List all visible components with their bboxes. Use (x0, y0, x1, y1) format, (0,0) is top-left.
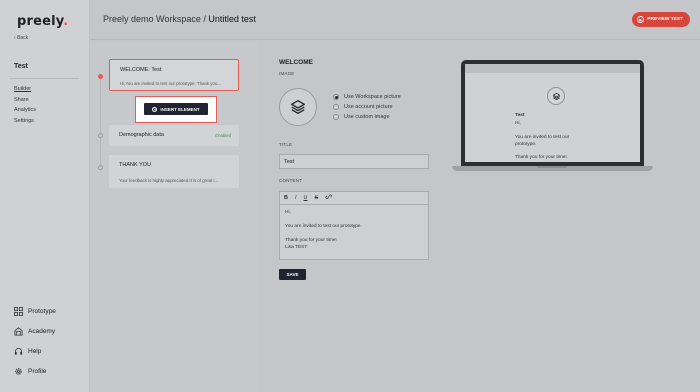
nav-builder[interactable]: Builder (14, 84, 36, 95)
radio-account-picture[interactable]: Use account picture (333, 104, 393, 110)
laptop-preview: Test Hi, You are invited to test our pro… (461, 60, 644, 166)
enabled-badge: Enabled (215, 133, 231, 138)
logo[interactable]: preely. (17, 14, 68, 29)
content-editor[interactable]: B I U S Hi, You are invited to test our … (279, 191, 429, 260)
test-title[interactable]: Untitled test (208, 14, 256, 24)
demographic-card[interactable]: Demographic data Enabled (109, 125, 239, 146)
grid-icon (14, 306, 23, 316)
content-body[interactable]: Hi, You are invited to test our prototyp… (280, 205, 428, 255)
project-nav: Builder Share Analytics Settings (14, 84, 36, 126)
editor-heading: WELCOME (279, 59, 313, 66)
workspace-name[interactable]: Preely demo Workspace / (103, 14, 206, 24)
top-header: Preely demo Workspace / Untitled test ▶ … (90, 0, 700, 40)
strikethrough-button[interactable]: S (315, 195, 319, 201)
preview-screen: Test Hi, You are invited to test our pro… (465, 64, 640, 162)
play-icon: ▶ (637, 16, 645, 23)
radio-checked-icon (333, 94, 339, 100)
image-label: IMAGE (279, 71, 295, 76)
italic-button[interactable]: I (295, 195, 297, 201)
insert-element-highlight: + INSERT ELEMENT (135, 96, 217, 123)
academy-icon (14, 326, 23, 336)
bottom-nav: Prototype Academy Help Profile (14, 301, 56, 381)
radio-icon (333, 114, 339, 120)
preview-line: Hi, (515, 121, 521, 126)
headset-icon (14, 347, 23, 355)
rte-toolbar: B I U S (280, 192, 428, 205)
gear-icon (15, 367, 22, 375)
title-input[interactable]: Test (279, 154, 429, 169)
link-icon[interactable] (325, 194, 332, 202)
preview-line: Thank you for your time! (515, 155, 567, 160)
chevron-left-icon: ‹ (14, 35, 16, 41)
thank-you-card[interactable]: THANK YOU Your feedback is highly apprec… (109, 155, 239, 188)
laptop-notch (537, 166, 567, 168)
nav-analytics[interactable]: Analytics (14, 105, 36, 116)
nav-prototype[interactable]: Prototype (14, 301, 56, 321)
welcome-card[interactable]: WELCOME: Test Hi,You are invited to test… (109, 59, 239, 91)
timeline-dot (98, 133, 103, 138)
content-label: CONTENT (279, 178, 303, 183)
plus-icon: + (152, 106, 158, 112)
back-link[interactable]: ‹ Back (14, 35, 28, 41)
nav-help[interactable]: Help (14, 341, 56, 361)
layers-icon (291, 100, 305, 114)
project-name: Test (14, 63, 28, 70)
preview-browser-bar (465, 64, 640, 73)
nav-share[interactable]: Share (14, 95, 36, 106)
radio-workspace-picture[interactable]: Use Workspace picture (333, 94, 401, 100)
timeline-line (100, 76, 101, 168)
preview-layers-icon (547, 87, 565, 105)
timeline-dot-active (98, 74, 103, 79)
bold-button[interactable]: B (284, 195, 288, 201)
timeline-dot (98, 165, 103, 170)
builder-panel (90, 41, 258, 392)
nav-profile[interactable]: Profile (14, 361, 56, 381)
title-label: TITLE (279, 142, 293, 147)
underline-button[interactable]: U (304, 195, 308, 201)
breadcrumb: Preely demo Workspace / Untitled test (103, 14, 256, 24)
nav-settings[interactable]: Settings (14, 116, 36, 127)
nav-academy[interactable]: Academy (14, 321, 56, 341)
save-button[interactable]: SAVE (279, 269, 306, 280)
preview-title: Test (515, 113, 525, 118)
image-preview[interactable] (279, 88, 317, 126)
divider (10, 78, 79, 79)
insert-element-button[interactable]: + INSERT ELEMENT (144, 103, 208, 115)
radio-icon (333, 104, 339, 110)
preview-line: prototype. (515, 142, 537, 147)
radio-custom-image[interactable]: Use custom image (333, 114, 390, 120)
sidebar: preely. ‹ Back Test Builder Share Analyt… (0, 0, 90, 392)
preview-test-button[interactable]: ▶ PREVIEW TEST (632, 12, 690, 27)
